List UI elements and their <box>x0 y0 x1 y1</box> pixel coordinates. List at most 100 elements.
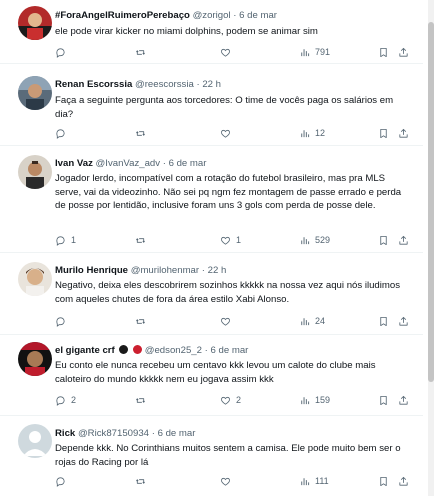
tweet-5[interactable]: Rick @Rick87150934 · 6 de mar Depende kk… <box>0 417 423 496</box>
author-name[interactable]: #ForaAngelRuimeroPerebaço <box>55 10 190 21</box>
retweet-icon <box>136 130 145 136</box>
reply-button[interactable] <box>55 474 71 488</box>
retweet-button[interactable] <box>135 393 151 407</box>
retweet-button[interactable] <box>135 45 151 59</box>
share-icon <box>399 128 408 138</box>
share-icon <box>399 235 408 245</box>
share-button[interactable] <box>398 45 409 59</box>
bookmark-button[interactable] <box>378 233 389 247</box>
views-button[interactable]: 111 <box>299 474 329 488</box>
like-button[interactable]: 1 <box>220 233 241 247</box>
reply-button[interactable] <box>55 45 71 59</box>
avatar[interactable] <box>18 155 52 189</box>
view-count: 111 <box>315 476 329 486</box>
bookmark-button[interactable] <box>378 45 389 59</box>
timestamp[interactable]: 22 h <box>202 79 221 90</box>
separator-dot: · <box>151 428 155 439</box>
views-button[interactable]: 12 <box>299 126 325 140</box>
tweet-actions: 1 1 529 <box>55 233 412 247</box>
retweet-icon <box>136 237 145 243</box>
tweet-text: Faça a seguinte pergunta aos torcedores:… <box>55 95 394 120</box>
avatar[interactable] <box>18 6 52 40</box>
like-button[interactable] <box>220 45 236 59</box>
heart-icon <box>221 129 230 138</box>
tweet-1[interactable]: Renan Escorssia @reescorssia · 22 h Faça… <box>0 68 423 146</box>
bookmark-icon <box>380 395 387 405</box>
like-button[interactable] <box>220 314 236 328</box>
author-handle[interactable]: @murilohenmar <box>131 265 199 276</box>
reply-icon <box>56 235 65 246</box>
timestamp[interactable]: 6 de mar <box>211 345 249 356</box>
bookmark-button[interactable] <box>378 393 389 407</box>
timestamp[interactable]: 6 de mar <box>169 158 207 169</box>
tweet-text: Depende kkk. No Corinthians muitos sente… <box>55 443 401 468</box>
flag-badge-icon <box>133 345 143 354</box>
timestamp[interactable]: 6 de mar <box>158 428 196 439</box>
bookmark-button[interactable] <box>378 126 389 140</box>
share-button[interactable] <box>398 393 409 407</box>
separator-dot: · <box>162 158 166 169</box>
author-handle[interactable]: @zorigol <box>193 10 231 21</box>
retweet-button[interactable] <box>135 474 151 488</box>
author-name[interactable]: Murilo Henrique <box>55 265 128 276</box>
author-handle[interactable]: @Rick87150934 <box>78 428 149 439</box>
tweet-2[interactable]: Ivan Vaz @IvanVaz_adv · 6 de mar Jogador… <box>0 147 423 253</box>
share-button[interactable] <box>398 126 409 140</box>
retweet-button[interactable] <box>135 314 151 328</box>
like-button[interactable] <box>220 126 236 140</box>
retweet-icon <box>136 318 145 324</box>
tweet-3[interactable]: Murilo Henrique @murilohenmar · 22 h Neg… <box>0 254 423 335</box>
retweet-icon <box>136 49 145 55</box>
share-icon <box>399 47 408 57</box>
scrollbar-thumb[interactable] <box>428 22 434 382</box>
like-button[interactable]: 2 <box>220 393 241 407</box>
reply-button[interactable]: 2 <box>55 393 76 407</box>
author-handle[interactable]: @edson25_2 <box>145 345 202 356</box>
avatar[interactable] <box>18 262 52 296</box>
reply-icon <box>56 316 65 327</box>
timestamp[interactable]: 6 de mar <box>239 10 277 21</box>
tweet-header: Rick @Rick87150934 · 6 de mar <box>55 427 195 440</box>
bookmark-icon <box>380 316 387 326</box>
retweet-icon <box>136 397 145 403</box>
tweet-text: Jogador lerdo, incompatível com a rotaçã… <box>55 173 402 211</box>
author-name[interactable]: Ivan Vaz <box>55 158 93 169</box>
reply-button[interactable]: 1 <box>55 233 76 247</box>
view-count: 24 <box>315 316 326 326</box>
author-name[interactable]: el gigante crf <box>55 345 115 356</box>
view-count: 12 <box>315 128 326 138</box>
views-button[interactable]: 791 <box>299 45 330 59</box>
avatar[interactable] <box>18 424 52 458</box>
author-handle[interactable]: @reescorssia <box>135 79 194 90</box>
like-button[interactable] <box>220 474 236 488</box>
tweet-actions: 12 <box>55 126 412 140</box>
views-button[interactable]: 529 <box>299 233 330 247</box>
bookmark-button[interactable] <box>378 314 389 328</box>
tweet-0[interactable]: #ForaAngelRuimeroPerebaço @zorigol · 6 d… <box>0 0 423 64</box>
tweet-header: Murilo Henrique @murilohenmar · 22 h <box>55 264 226 277</box>
timestamp[interactable]: 22 h <box>208 265 227 276</box>
retweet-button[interactable] <box>135 233 151 247</box>
views-icon <box>301 396 310 404</box>
avatar[interactable] <box>18 76 52 110</box>
heart-icon <box>221 236 230 245</box>
share-button[interactable] <box>398 233 409 247</box>
avatar[interactable] <box>18 342 52 376</box>
separator-dot: · <box>196 79 200 90</box>
share-button[interactable] <box>398 474 409 488</box>
reply-button[interactable] <box>55 314 71 328</box>
author-name[interactable]: Renan Escorssia <box>55 79 132 90</box>
author-name[interactable]: Rick <box>55 428 75 439</box>
like-count: 2 <box>236 395 242 405</box>
author-handle[interactable]: @IvanVaz_adv <box>96 158 161 169</box>
view-count: 791 <box>315 47 331 57</box>
retweet-button[interactable] <box>135 126 151 140</box>
views-button[interactable]: 24 <box>299 314 325 328</box>
views-button[interactable]: 159 <box>299 393 330 407</box>
share-button[interactable] <box>398 314 409 328</box>
scrollbar[interactable] <box>428 0 434 496</box>
tweet-4[interactable]: el gigante crf @edson25_2 · 6 de mar Eu … <box>0 336 423 416</box>
reply-button[interactable] <box>55 126 71 140</box>
tweet-actions: 24 <box>55 314 412 328</box>
bookmark-button[interactable] <box>378 474 389 488</box>
